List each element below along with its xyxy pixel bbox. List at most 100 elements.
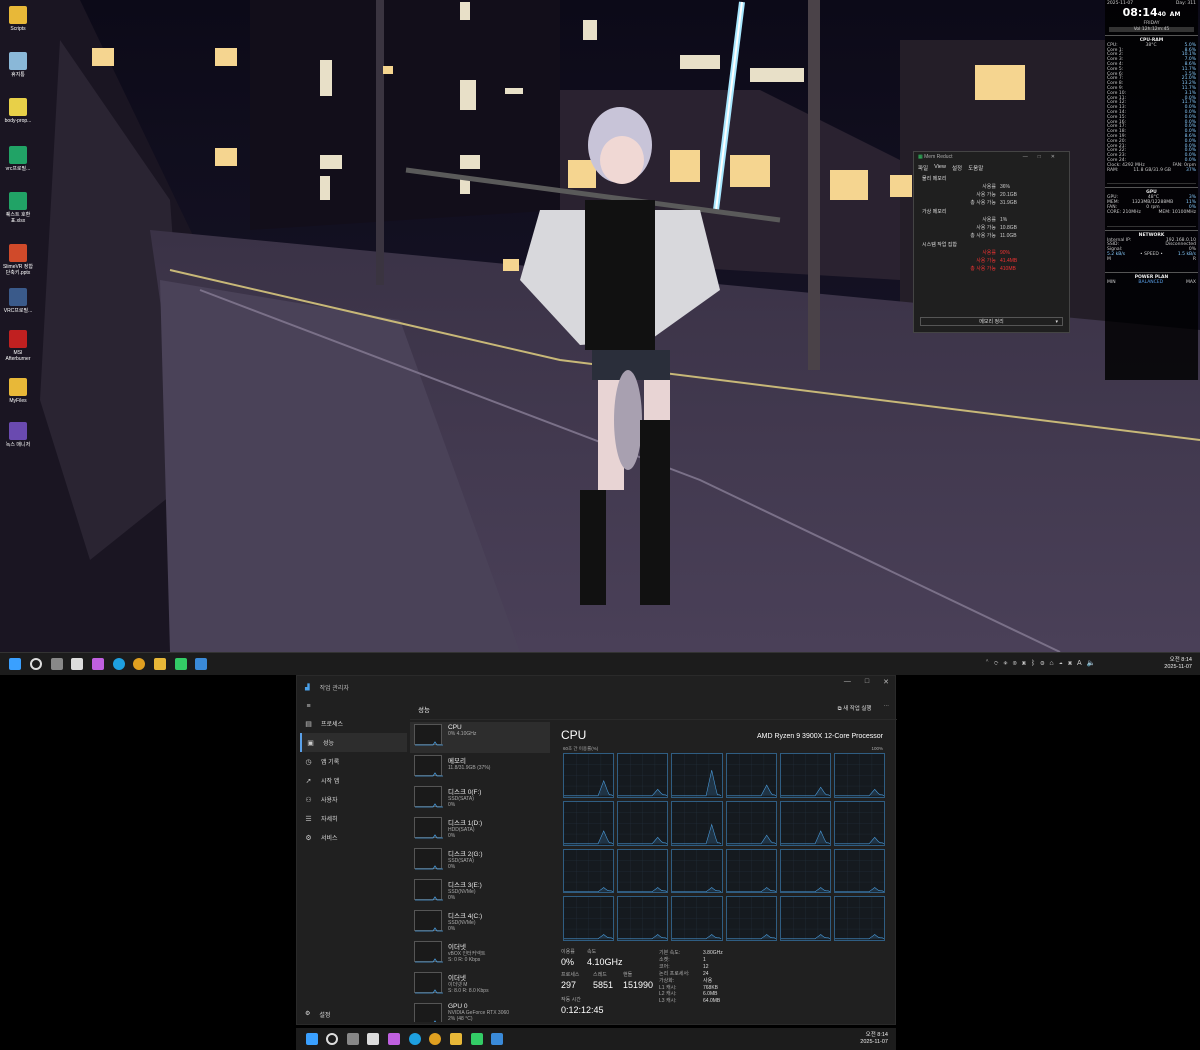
device-item[interactable]: 이더넷 vBOX 인터커넥트 S: 0 R: 0 Kbps — [410, 939, 550, 970]
task-manager-icon[interactable] — [491, 1033, 503, 1045]
device-thumbnail — [414, 724, 443, 746]
memory-row: 사용 가능 20.1GB — [914, 191, 1069, 199]
device-thumbnail — [414, 972, 443, 994]
spec-value: 사용 — [703, 977, 713, 984]
close-icon[interactable]: ✕ — [883, 678, 889, 686]
desktop-icon-label: MSI Afterburner — [5, 350, 31, 362]
device-item[interactable]: 메모리 11.8/31.9GB (37%) — [410, 753, 550, 784]
nav-item[interactable]: ☰ 자세히 — [297, 809, 410, 828]
device-item[interactable]: GPU 0 NVIDIA GeForce RTX 3060 2% (48 °C) — [410, 1001, 550, 1022]
menu-item[interactable]: 설정 — [952, 164, 962, 172]
device-item[interactable]: CPU 0% 4.10GHz — [410, 722, 550, 753]
nav-item-label: 앱 기록 — [321, 760, 340, 766]
maximize-icon[interactable]: □ — [865, 678, 869, 686]
desktop-icon[interactable]: 휴지통 — [2, 52, 34, 78]
device-usage: S: 0 R: 0 Kbps — [448, 957, 481, 963]
device-item[interactable]: 디스크 2(G:) SSD(SATA) 0% — [410, 846, 550, 877]
taskbar-clock[interactable]: 오전 8:14 2025-11-07 — [1164, 657, 1192, 671]
memory-row: 사용 가능 10.8GB — [914, 224, 1069, 232]
desktop-icon[interactable]: vrc프로필... — [2, 146, 34, 172]
task-manager-icon[interactable] — [195, 658, 207, 670]
device-item[interactable]: 이더넷 이더넷 M S: 8.0 R: 8.0 Kbps — [410, 970, 550, 1001]
menu-item[interactable]: 도움말 — [968, 164, 983, 172]
memory-row-value: 36% — [1000, 184, 1011, 190]
device-item[interactable]: 디스크 1(D:) HDD(SATA) 0% — [410, 815, 550, 846]
spec-row: 소켓: 1 — [659, 957, 723, 964]
system-tray-icons[interactable]: ⌃⟳◈◎▣ᛒ◍⌂☁▣A🔈 — [985, 659, 1100, 667]
nav-item[interactable]: ◷ 앱 기록 — [297, 752, 410, 771]
mem-reduct-system-rows: 사용률 90% 사용 가능 41.4MB 총 사용 가능 410MB — [914, 249, 1069, 273]
mem-reduct-window[interactable]: ▦ Mem Reduct —□✕ 파일 View 설정 도움말 물리 메모리 사용률 36… — [913, 151, 1070, 333]
memory-row-label: 사용 가능 — [976, 258, 996, 264]
mem-reduct-window-controls[interactable]: —□✕ — [1023, 154, 1065, 160]
desktop-icon[interactable]: MSI Afterburner — [2, 330, 34, 362]
device-item[interactable]: 디스크 4(C:) SSD(NVMe) 0% — [410, 908, 550, 939]
device-usage: 0% — [448, 926, 456, 932]
chevron-down-icon[interactable]: ▾ — [1055, 318, 1058, 326]
spec-label: 코어: — [659, 963, 670, 970]
start-icon[interactable] — [306, 1033, 318, 1045]
device-thumbnail — [414, 848, 443, 870]
desktop-icon[interactable]: body-prop... — [2, 98, 34, 124]
nav-item[interactable]: ⚙ 서비스 — [297, 828, 410, 847]
nav-item[interactable]: ➚ 시작 앱 — [297, 771, 410, 790]
hamburger-menu-icon[interactable]: ≡ — [297, 698, 410, 714]
gadget-power-mode[interactable]: BALANCED — [1138, 281, 1163, 286]
task-view-icon[interactable] — [51, 658, 63, 670]
desktop-icon[interactable]: 퀘스트 호환표.xlsx — [2, 192, 34, 224]
memory-row: 총 사용 가능 410MB — [914, 265, 1069, 273]
device-thumbnail — [414, 755, 443, 777]
nav-settings[interactable]: ⚙ 설정 — [305, 1010, 330, 1019]
chrome-icon[interactable] — [429, 1033, 441, 1045]
start-icon[interactable] — [9, 658, 21, 670]
spec-row: 가상화: 사용 — [659, 978, 723, 985]
cpu-core-graph — [833, 753, 885, 798]
clean-memory-button[interactable]: 메모리 정리 ▾ — [920, 317, 1063, 326]
app-icon[interactable] — [367, 1033, 379, 1045]
desktop-icon[interactable]: SlimeVR 정합 단축키.pptx — [2, 244, 34, 276]
processes-icon: ▤ — [305, 720, 312, 728]
nav-item[interactable]: ▣ 성능 — [300, 733, 407, 752]
memory-row-value: 1% — [1000, 217, 1008, 223]
nav-item[interactable]: ▤ 프로세스 — [297, 714, 410, 733]
memory-row-label: 사용률 — [982, 250, 996, 256]
more-options-icon[interactable]: ⋯ — [884, 704, 890, 713]
search-icon[interactable] — [30, 658, 42, 670]
app-icon[interactable] — [71, 658, 83, 670]
task-view-icon[interactable] — [347, 1033, 359, 1045]
desktop-icon[interactable]: Scripts — [2, 6, 34, 32]
device-usage: 0% — [448, 895, 456, 901]
desktop-icon[interactable]: 녹스 매니저 — [2, 422, 34, 448]
memory-row-label: 사용률 — [982, 217, 996, 223]
desktop-icon-label: VRC프로필... — [3, 308, 33, 314]
app-green-icon[interactable] — [471, 1033, 483, 1045]
minimize-icon[interactable]: — — [844, 678, 851, 686]
task-manager-window[interactable]: ▟ 작업 관리자 — □ ✕ ≡ ▤ 프로세스 ▣ 성능 ◷ 앱 기록 ➚ 시작 앱 ⚇ 사용자 ☰ 자세히… — [296, 675, 897, 1025]
desktop-icon[interactable]: VRC프로필... — [2, 288, 34, 314]
device-name: 메모리 — [448, 758, 466, 765]
taskbar-clock[interactable]: 오전 8:14 2025-11-07 — [860, 1032, 888, 1046]
copilot-icon[interactable] — [388, 1033, 400, 1045]
nav-item[interactable]: ⚇ 사용자 — [297, 790, 410, 809]
menu-item[interactable]: 파일 — [918, 164, 928, 172]
chrome-icon[interactable] — [133, 658, 145, 670]
copilot-icon[interactable] — [92, 658, 104, 670]
file-explorer-icon[interactable] — [450, 1033, 462, 1045]
desktop-icon[interactable]: MyFiles — [2, 378, 34, 404]
app-green-icon[interactable] — [175, 658, 187, 670]
cpu-core-graphs — [563, 753, 885, 941]
desktop-icon-label: body-prop... — [4, 118, 32, 124]
file-explorer-icon[interactable] — [154, 658, 166, 670]
cpu-core-graph — [779, 896, 831, 941]
edge-icon[interactable] — [113, 658, 125, 670]
cpu-core-graph — [725, 848, 777, 894]
menu-item[interactable]: View — [934, 164, 946, 172]
run-new-task-button[interactable]: ⧉ 새 작업 실행 — [838, 704, 872, 713]
system-monitor-gadget: 2025-11-07 Day: 311 08:1440 AM FRIDAY Vol… — [1105, 0, 1198, 380]
device-item[interactable]: 디스크 0(F:) SSD(SATA) 0% — [410, 784, 550, 815]
utilization-max: 100% — [871, 746, 883, 751]
cpu-core-graph — [671, 800, 723, 846]
device-item[interactable]: 디스크 3(E:) SSD(NVMe) 0% — [410, 877, 550, 908]
search-icon[interactable] — [326, 1033, 338, 1045]
edge-icon[interactable] — [409, 1033, 421, 1045]
